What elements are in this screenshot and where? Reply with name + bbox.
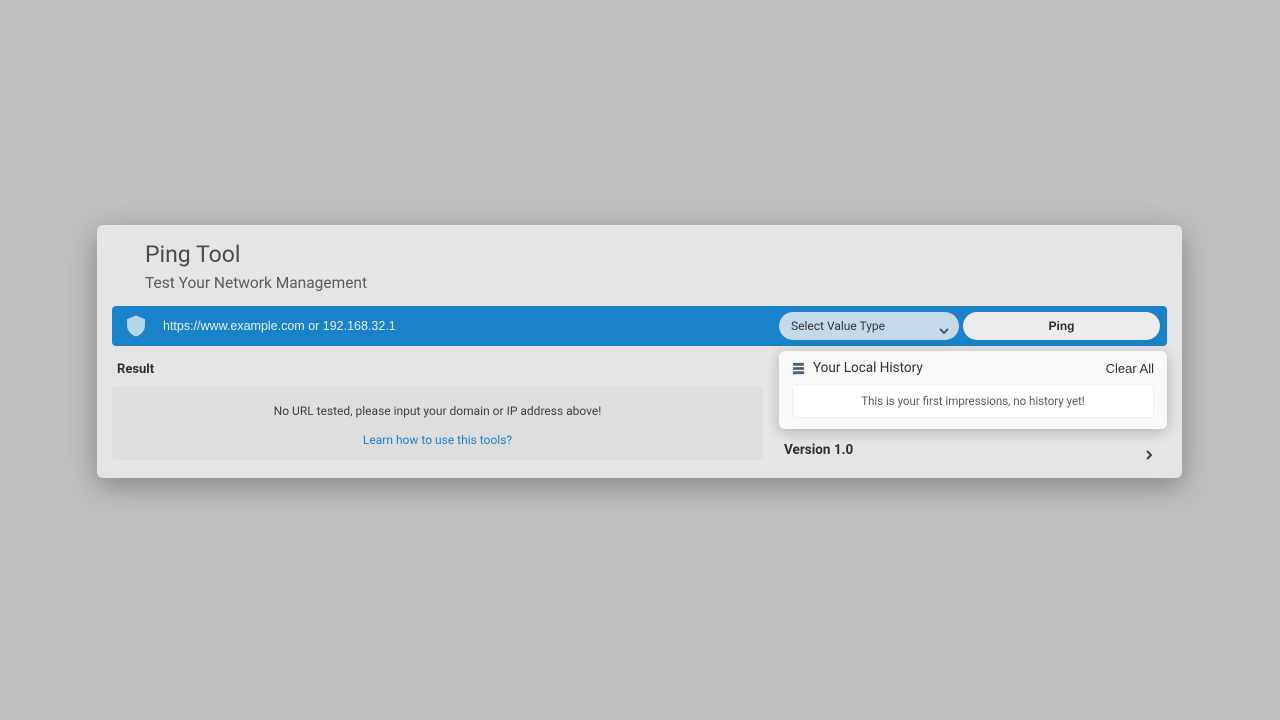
history-title: Your Local History: [813, 360, 1106, 376]
value-type-select[interactable]: Select Value Type: [779, 312, 959, 340]
version-label: Version 1.0: [784, 442, 1144, 458]
layers-icon: [792, 362, 805, 375]
header: Ping Tool Test Your Network Management: [112, 239, 1167, 306]
page-subtitle: Test Your Network Management: [145, 274, 1134, 292]
chevron-down-icon: [939, 321, 949, 331]
right-column: Your Local History Clear All This is you…: [779, 360, 1167, 460]
tool-card: Ping Tool Test Your Network Management S…: [97, 225, 1182, 478]
ping-button[interactable]: Ping: [963, 312, 1160, 340]
url-input[interactable]: [163, 306, 703, 346]
history-empty-text: This is your first impressions, no histo…: [792, 384, 1154, 418]
history-card: Your Local History Clear All This is you…: [779, 351, 1167, 429]
version-row[interactable]: Version 1.0: [779, 429, 1167, 458]
page-title: Ping Tool: [145, 239, 1134, 270]
result-heading: Result: [112, 360, 763, 386]
select-label: Select Value Type: [791, 319, 885, 333]
result-box: No URL tested, please input your domain …: [112, 386, 763, 460]
chevron-right-icon: [1144, 445, 1154, 455]
clear-all-button[interactable]: Clear All: [1106, 361, 1154, 376]
learn-link[interactable]: Learn how to use this tools?: [363, 433, 512, 447]
lower-section: Result No URL tested, please input your …: [112, 360, 1167, 460]
search-bar: Select Value Type Ping: [112, 306, 1167, 346]
result-column: Result No URL tested, please input your …: [112, 360, 763, 460]
history-head: Your Local History Clear All: [792, 360, 1154, 376]
shield-icon: [112, 306, 159, 346]
result-empty-text: No URL tested, please input your domain …: [122, 404, 753, 418]
